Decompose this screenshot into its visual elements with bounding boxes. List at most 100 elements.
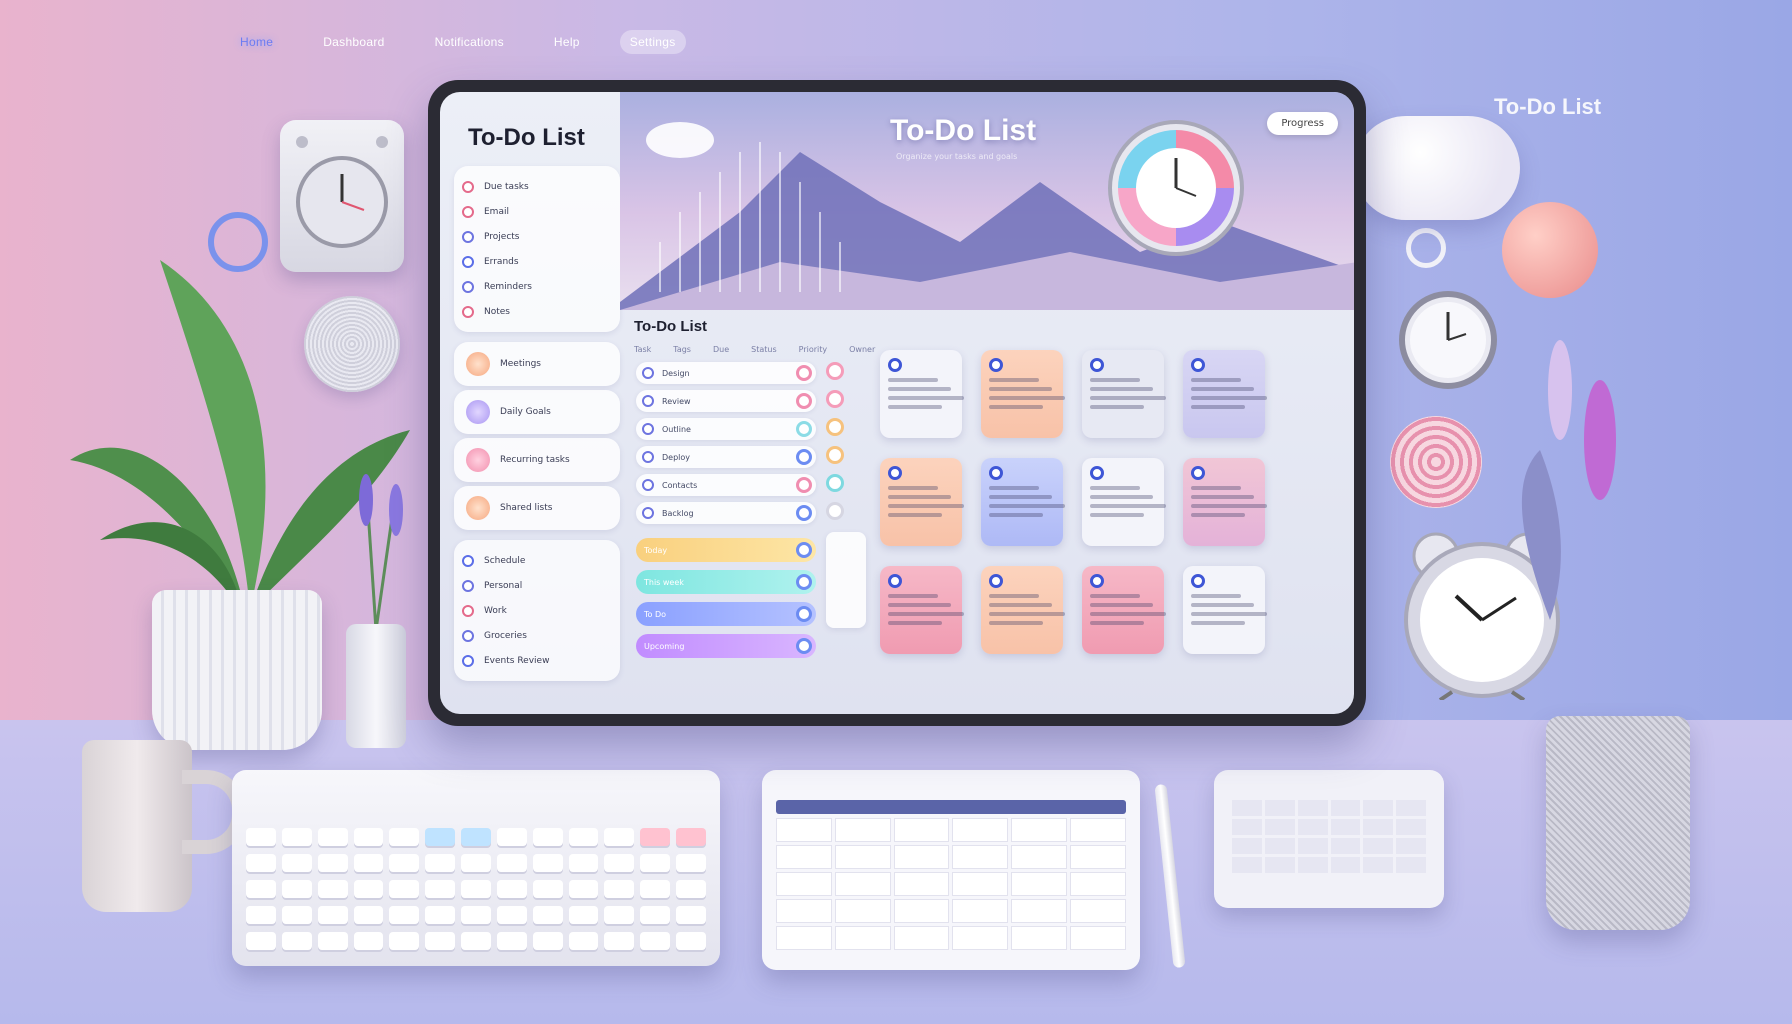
- nav-item-notifications[interactable]: Notifications: [425, 30, 514, 54]
- checkbox-icon[interactable]: [462, 554, 474, 567]
- sidebar-pill[interactable]: Daily Goals: [454, 390, 620, 434]
- task-card[interactable]: [880, 566, 964, 654]
- column-header[interactable]: Due: [713, 345, 729, 354]
- pin-icon[interactable]: [1090, 574, 1104, 588]
- column-header[interactable]: Status: [751, 345, 777, 354]
- checkbox-icon[interactable]: [462, 305, 474, 318]
- column-header[interactable]: Tags: [673, 345, 691, 354]
- pad-cell: [1232, 819, 1262, 835]
- priority-badge[interactable]: [826, 362, 844, 380]
- pin-icon[interactable]: [1090, 466, 1104, 480]
- priority-badge[interactable]: [826, 474, 844, 492]
- task-card[interactable]: [981, 458, 1065, 546]
- toggle-icon[interactable]: [796, 574, 812, 590]
- pin-icon[interactable]: [1191, 358, 1205, 372]
- checkbox-icon[interactable]: [642, 423, 654, 435]
- task-card[interactable]: [1082, 350, 1166, 438]
- priority-badge[interactable]: [826, 390, 844, 408]
- keyboard-key: [425, 906, 456, 924]
- checkbox-icon[interactable]: [642, 479, 654, 491]
- pin-icon[interactable]: [1191, 466, 1205, 480]
- sidebar-bottom-item[interactable]: Events Review: [462, 648, 612, 673]
- keyboard-key: [604, 932, 635, 950]
- status-icon[interactable]: [796, 393, 812, 409]
- nav-item-dashboard[interactable]: Dashboard: [313, 30, 394, 54]
- checkbox-icon[interactable]: [462, 180, 474, 193]
- pin-icon[interactable]: [989, 358, 1003, 372]
- sidebar-bottom-item[interactable]: Work: [462, 598, 612, 623]
- sidebar-bottom-item[interactable]: Groceries: [462, 623, 612, 648]
- pin-icon[interactable]: [989, 574, 1003, 588]
- nav-item-settings[interactable]: Settings: [619, 30, 686, 54]
- sidebar-pill[interactable]: Meetings: [454, 342, 620, 386]
- progress-bar[interactable]: Today: [636, 538, 816, 562]
- pin-icon[interactable]: [888, 466, 902, 480]
- progress-bar[interactable]: To Do: [636, 602, 816, 626]
- task-row[interactable]: Backlog: [636, 502, 816, 524]
- task-card[interactable]: [1183, 458, 1267, 546]
- sidebar-pill[interactable]: Recurring tasks: [454, 438, 620, 482]
- pad-cell: [1396, 819, 1426, 835]
- toggle-icon[interactable]: [796, 542, 812, 558]
- task-card[interactable]: [1183, 566, 1267, 654]
- sidebar-bottom-item[interactable]: Personal: [462, 573, 612, 598]
- toggle-icon[interactable]: [796, 638, 812, 654]
- pin-icon[interactable]: [1090, 358, 1104, 372]
- progress-button[interactable]: Progress: [1267, 112, 1338, 135]
- sidebar-item[interactable]: Errands: [462, 249, 612, 274]
- pin-icon[interactable]: [888, 574, 902, 588]
- card-text-line: [1191, 378, 1241, 382]
- checkbox-icon[interactable]: [462, 205, 474, 218]
- checkbox-icon[interactable]: [642, 395, 654, 407]
- status-icon[interactable]: [796, 505, 812, 521]
- pin-icon[interactable]: [1191, 574, 1205, 588]
- task-card[interactable]: [1082, 566, 1166, 654]
- task-card[interactable]: [880, 350, 964, 438]
- mini-note-panel[interactable]: [826, 532, 866, 628]
- checkbox-icon[interactable]: [462, 280, 474, 293]
- pin-icon[interactable]: [989, 466, 1003, 480]
- column-header[interactable]: Priority: [799, 345, 827, 354]
- sidebar-item[interactable]: Notes: [462, 299, 612, 324]
- checkbox-icon[interactable]: [462, 654, 474, 667]
- status-icon[interactable]: [796, 365, 812, 381]
- task-card[interactable]: [1183, 350, 1267, 438]
- checkbox-icon[interactable]: [462, 604, 474, 617]
- column-header[interactable]: Owner: [849, 345, 875, 354]
- sidebar-pill[interactable]: Shared lists: [454, 486, 620, 530]
- status-icon[interactable]: [796, 449, 812, 465]
- sidebar-item[interactable]: Projects: [462, 224, 612, 249]
- column-header[interactable]: Task: [634, 345, 651, 354]
- task-card[interactable]: [981, 350, 1065, 438]
- task-row[interactable]: Outline: [636, 418, 816, 440]
- checkbox-icon[interactable]: [642, 367, 654, 379]
- priority-badge[interactable]: [826, 502, 844, 520]
- toggle-icon[interactable]: [796, 606, 812, 622]
- checkbox-icon[interactable]: [462, 230, 474, 243]
- task-row[interactable]: Deploy: [636, 446, 816, 468]
- sidebar-item[interactable]: Email: [462, 199, 612, 224]
- progress-bar[interactable]: Upcoming: [636, 634, 816, 658]
- task-row[interactable]: Contacts: [636, 474, 816, 496]
- checkbox-icon[interactable]: [642, 451, 654, 463]
- nav-item-home[interactable]: Home: [230, 30, 283, 54]
- status-icon[interactable]: [796, 477, 812, 493]
- checkbox-icon[interactable]: [462, 629, 474, 642]
- task-card[interactable]: [1082, 458, 1166, 546]
- sidebar-item[interactable]: Reminders: [462, 274, 612, 299]
- pin-icon[interactable]: [888, 358, 902, 372]
- priority-badge[interactable]: [826, 418, 844, 436]
- checkbox-icon[interactable]: [642, 507, 654, 519]
- nav-item-help[interactable]: Help: [544, 30, 590, 54]
- task-row[interactable]: Review: [636, 390, 816, 412]
- priority-badge[interactable]: [826, 446, 844, 464]
- status-icon[interactable]: [796, 421, 812, 437]
- sidebar-bottom-item[interactable]: Schedule: [462, 548, 612, 573]
- task-row[interactable]: Design: [636, 362, 816, 384]
- progress-bar[interactable]: This week: [636, 570, 816, 594]
- task-card[interactable]: [880, 458, 964, 546]
- checkbox-icon[interactable]: [462, 255, 474, 268]
- task-card[interactable]: [981, 566, 1065, 654]
- sidebar-item[interactable]: Due tasks: [462, 174, 612, 199]
- checkbox-icon[interactable]: [462, 579, 474, 592]
